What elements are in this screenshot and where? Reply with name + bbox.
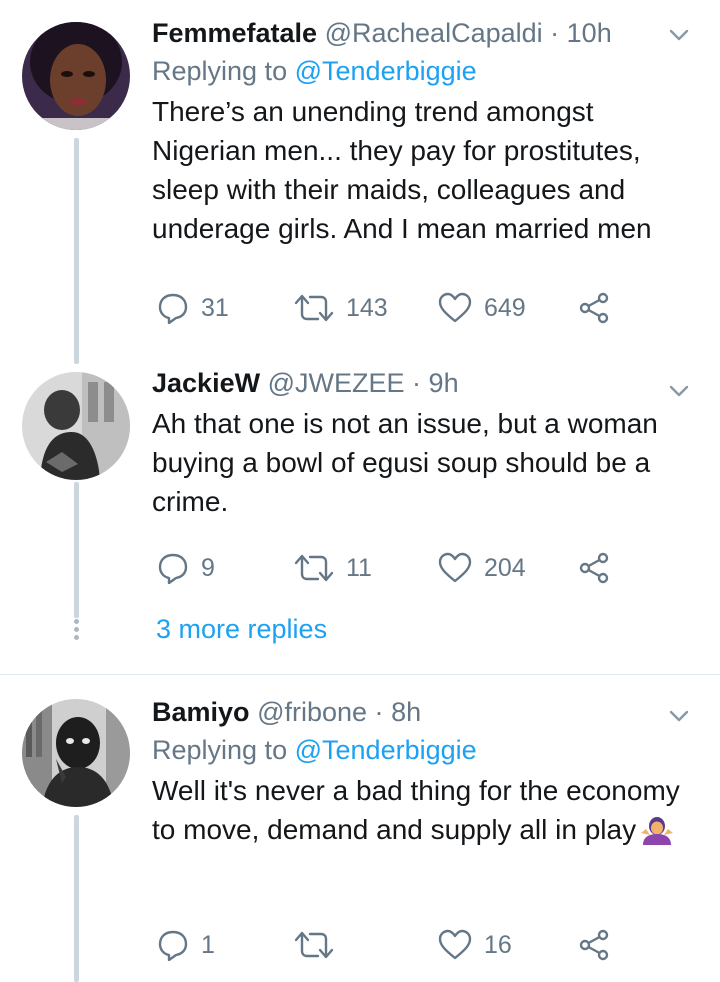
user-handle[interactable]: @JWEZEE bbox=[268, 368, 405, 398]
like-count: 16 bbox=[484, 930, 512, 959]
timestamp[interactable]: 10h bbox=[567, 18, 612, 48]
share-icon bbox=[579, 552, 609, 584]
more-replies-link[interactable]: 3 more replies bbox=[156, 614, 327, 645]
like-count: 649 bbox=[484, 293, 526, 322]
tweet-header: Femmefatale @RachealCapaldi · 10h bbox=[152, 16, 700, 50]
tweet-text-body: Well it's never a bad thing for the econ… bbox=[152, 775, 680, 845]
display-name[interactable]: JackieW bbox=[152, 368, 260, 398]
tweet-actions: 31 143 649 bbox=[0, 288, 609, 328]
tweet-text: Well it's never a bad thing for the econ… bbox=[152, 771, 700, 849]
tweet-header: Bamiyo @fribone · 8h bbox=[152, 695, 700, 729]
like-icon bbox=[438, 552, 472, 583]
retweet-button[interactable] bbox=[294, 925, 346, 965]
thread-line bbox=[74, 138, 79, 364]
separator-dot: · bbox=[412, 368, 422, 398]
replying-mention[interactable]: @Tenderbiggie bbox=[295, 56, 477, 86]
display-name[interactable]: Femmefatale bbox=[152, 18, 317, 48]
tweet-1: Femmefatale @RachealCapaldi · 10h Replyi… bbox=[0, 0, 720, 364]
reply-icon bbox=[158, 293, 188, 324]
thread-continuation-dots bbox=[73, 616, 80, 643]
reply-count: 31 bbox=[201, 293, 229, 322]
share-button[interactable] bbox=[578, 548, 610, 588]
reply-button[interactable]: 9 bbox=[157, 548, 215, 588]
replying-to: Replying to @Tenderbiggie bbox=[152, 54, 700, 88]
share-icon bbox=[579, 929, 609, 961]
like-button[interactable]: 204 bbox=[438, 548, 526, 588]
avatar-bamiyo[interactable] bbox=[22, 699, 130, 807]
tweet-text: Ah that one is not an issue, but a woman… bbox=[152, 408, 658, 517]
like-icon bbox=[438, 929, 472, 960]
avatar-jackiew[interactable] bbox=[22, 372, 130, 480]
user-handle[interactable]: @fribone bbox=[257, 697, 367, 727]
timestamp[interactable]: 8h bbox=[391, 697, 421, 727]
retweet-button[interactable]: 143 bbox=[294, 288, 388, 328]
separator-dot: · bbox=[374, 697, 384, 727]
user-handle[interactable]: @RachealCapaldi bbox=[325, 18, 543, 48]
reply-count: 9 bbox=[201, 553, 215, 582]
reply-icon bbox=[158, 930, 188, 961]
tweet-actions: 1 16 bbox=[0, 925, 609, 965]
replying-to: Replying to @Tenderbiggie bbox=[152, 733, 700, 767]
like-button[interactable]: 16 bbox=[438, 925, 512, 965]
tweet-header: JackieW @JWEZEE · 9h bbox=[152, 366, 700, 400]
separator-dot: · bbox=[550, 18, 560, 48]
share-icon bbox=[579, 292, 609, 324]
tweet-actions: 9 11 204 bbox=[0, 548, 609, 588]
shrug-emoji bbox=[641, 817, 674, 845]
retweet-button[interactable]: 11 bbox=[294, 548, 372, 588]
chevron-down-icon[interactable] bbox=[666, 378, 692, 404]
reply-button[interactable]: 1 bbox=[157, 925, 215, 965]
timestamp[interactable]: 9h bbox=[429, 368, 459, 398]
retweet-icon bbox=[294, 931, 334, 959]
retweet-count: 143 bbox=[346, 293, 388, 322]
retweet-count: 11 bbox=[346, 553, 372, 582]
like-button[interactable]: 649 bbox=[438, 288, 526, 328]
chevron-down-icon[interactable] bbox=[666, 22, 692, 48]
replying-prefix: Replying to bbox=[152, 735, 288, 765]
retweet-icon bbox=[294, 554, 334, 582]
reply-button[interactable]: 31 bbox=[157, 288, 229, 328]
tweet-text: There’s an unending trend amongst Nigeri… bbox=[152, 96, 652, 244]
display-name[interactable]: Bamiyo bbox=[152, 697, 250, 727]
avatar-femmefatale[interactable] bbox=[22, 22, 130, 130]
chevron-down-icon[interactable] bbox=[666, 703, 692, 729]
replying-prefix: Replying to bbox=[152, 56, 288, 86]
reply-count: 1 bbox=[201, 930, 215, 959]
like-count: 204 bbox=[484, 553, 526, 582]
replying-mention[interactable]: @Tenderbiggie bbox=[295, 735, 477, 765]
tweet-3: Bamiyo @fribone · 8h Replying to @Tender… bbox=[0, 675, 720, 982]
like-icon bbox=[438, 292, 472, 323]
reply-icon bbox=[158, 553, 188, 584]
tweet-2: JackieW @JWEZEE · 9h Ah that one is not … bbox=[0, 352, 720, 672]
share-button[interactable] bbox=[578, 288, 610, 328]
retweet-icon bbox=[294, 294, 334, 322]
share-button[interactable] bbox=[578, 925, 610, 965]
